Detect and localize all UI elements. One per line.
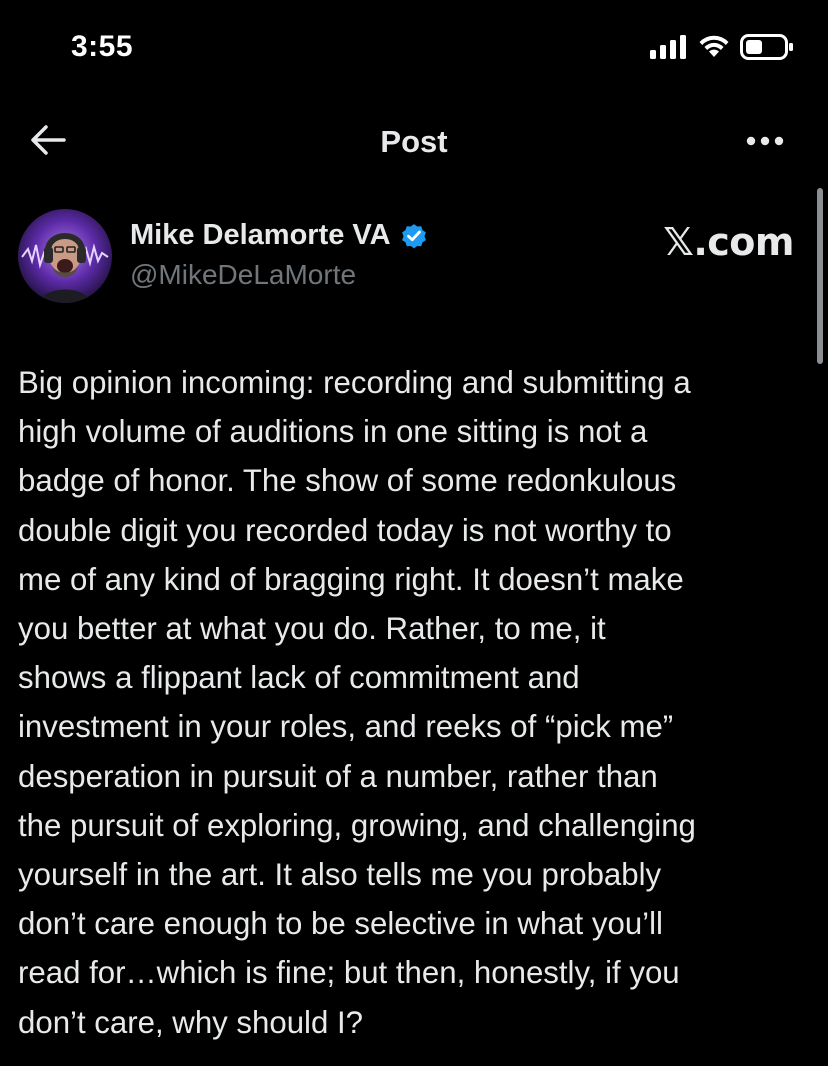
x-com-watermark: 𝕏.com xyxy=(663,220,794,264)
status-time: 3:55 xyxy=(71,30,134,63)
post-screen: 3:55 Post Mike Delamorte VA @MikeDeLaMor… xyxy=(0,0,828,1066)
author-name-text: Mike Delamorte VA xyxy=(130,219,391,251)
post-header: Post xyxy=(0,112,828,170)
more-options-button[interactable] xyxy=(742,124,788,160)
avatar[interactable] xyxy=(18,209,112,303)
verified-badge-icon xyxy=(399,221,429,251)
cellular-signal-icon xyxy=(650,34,688,64)
author-handle[interactable]: @MikeDeLaMorte xyxy=(130,259,356,291)
post-text: Big opinion incoming: recording and subm… xyxy=(18,365,696,1040)
wifi-icon xyxy=(698,35,730,64)
battery-icon xyxy=(740,33,794,65)
page-title: Post xyxy=(380,124,448,159)
author-name[interactable]: Mike Delamorte VA xyxy=(130,219,429,252)
status-icons xyxy=(650,33,794,65)
more-options-icon xyxy=(746,133,784,151)
scrollbar[interactable] xyxy=(817,188,823,364)
